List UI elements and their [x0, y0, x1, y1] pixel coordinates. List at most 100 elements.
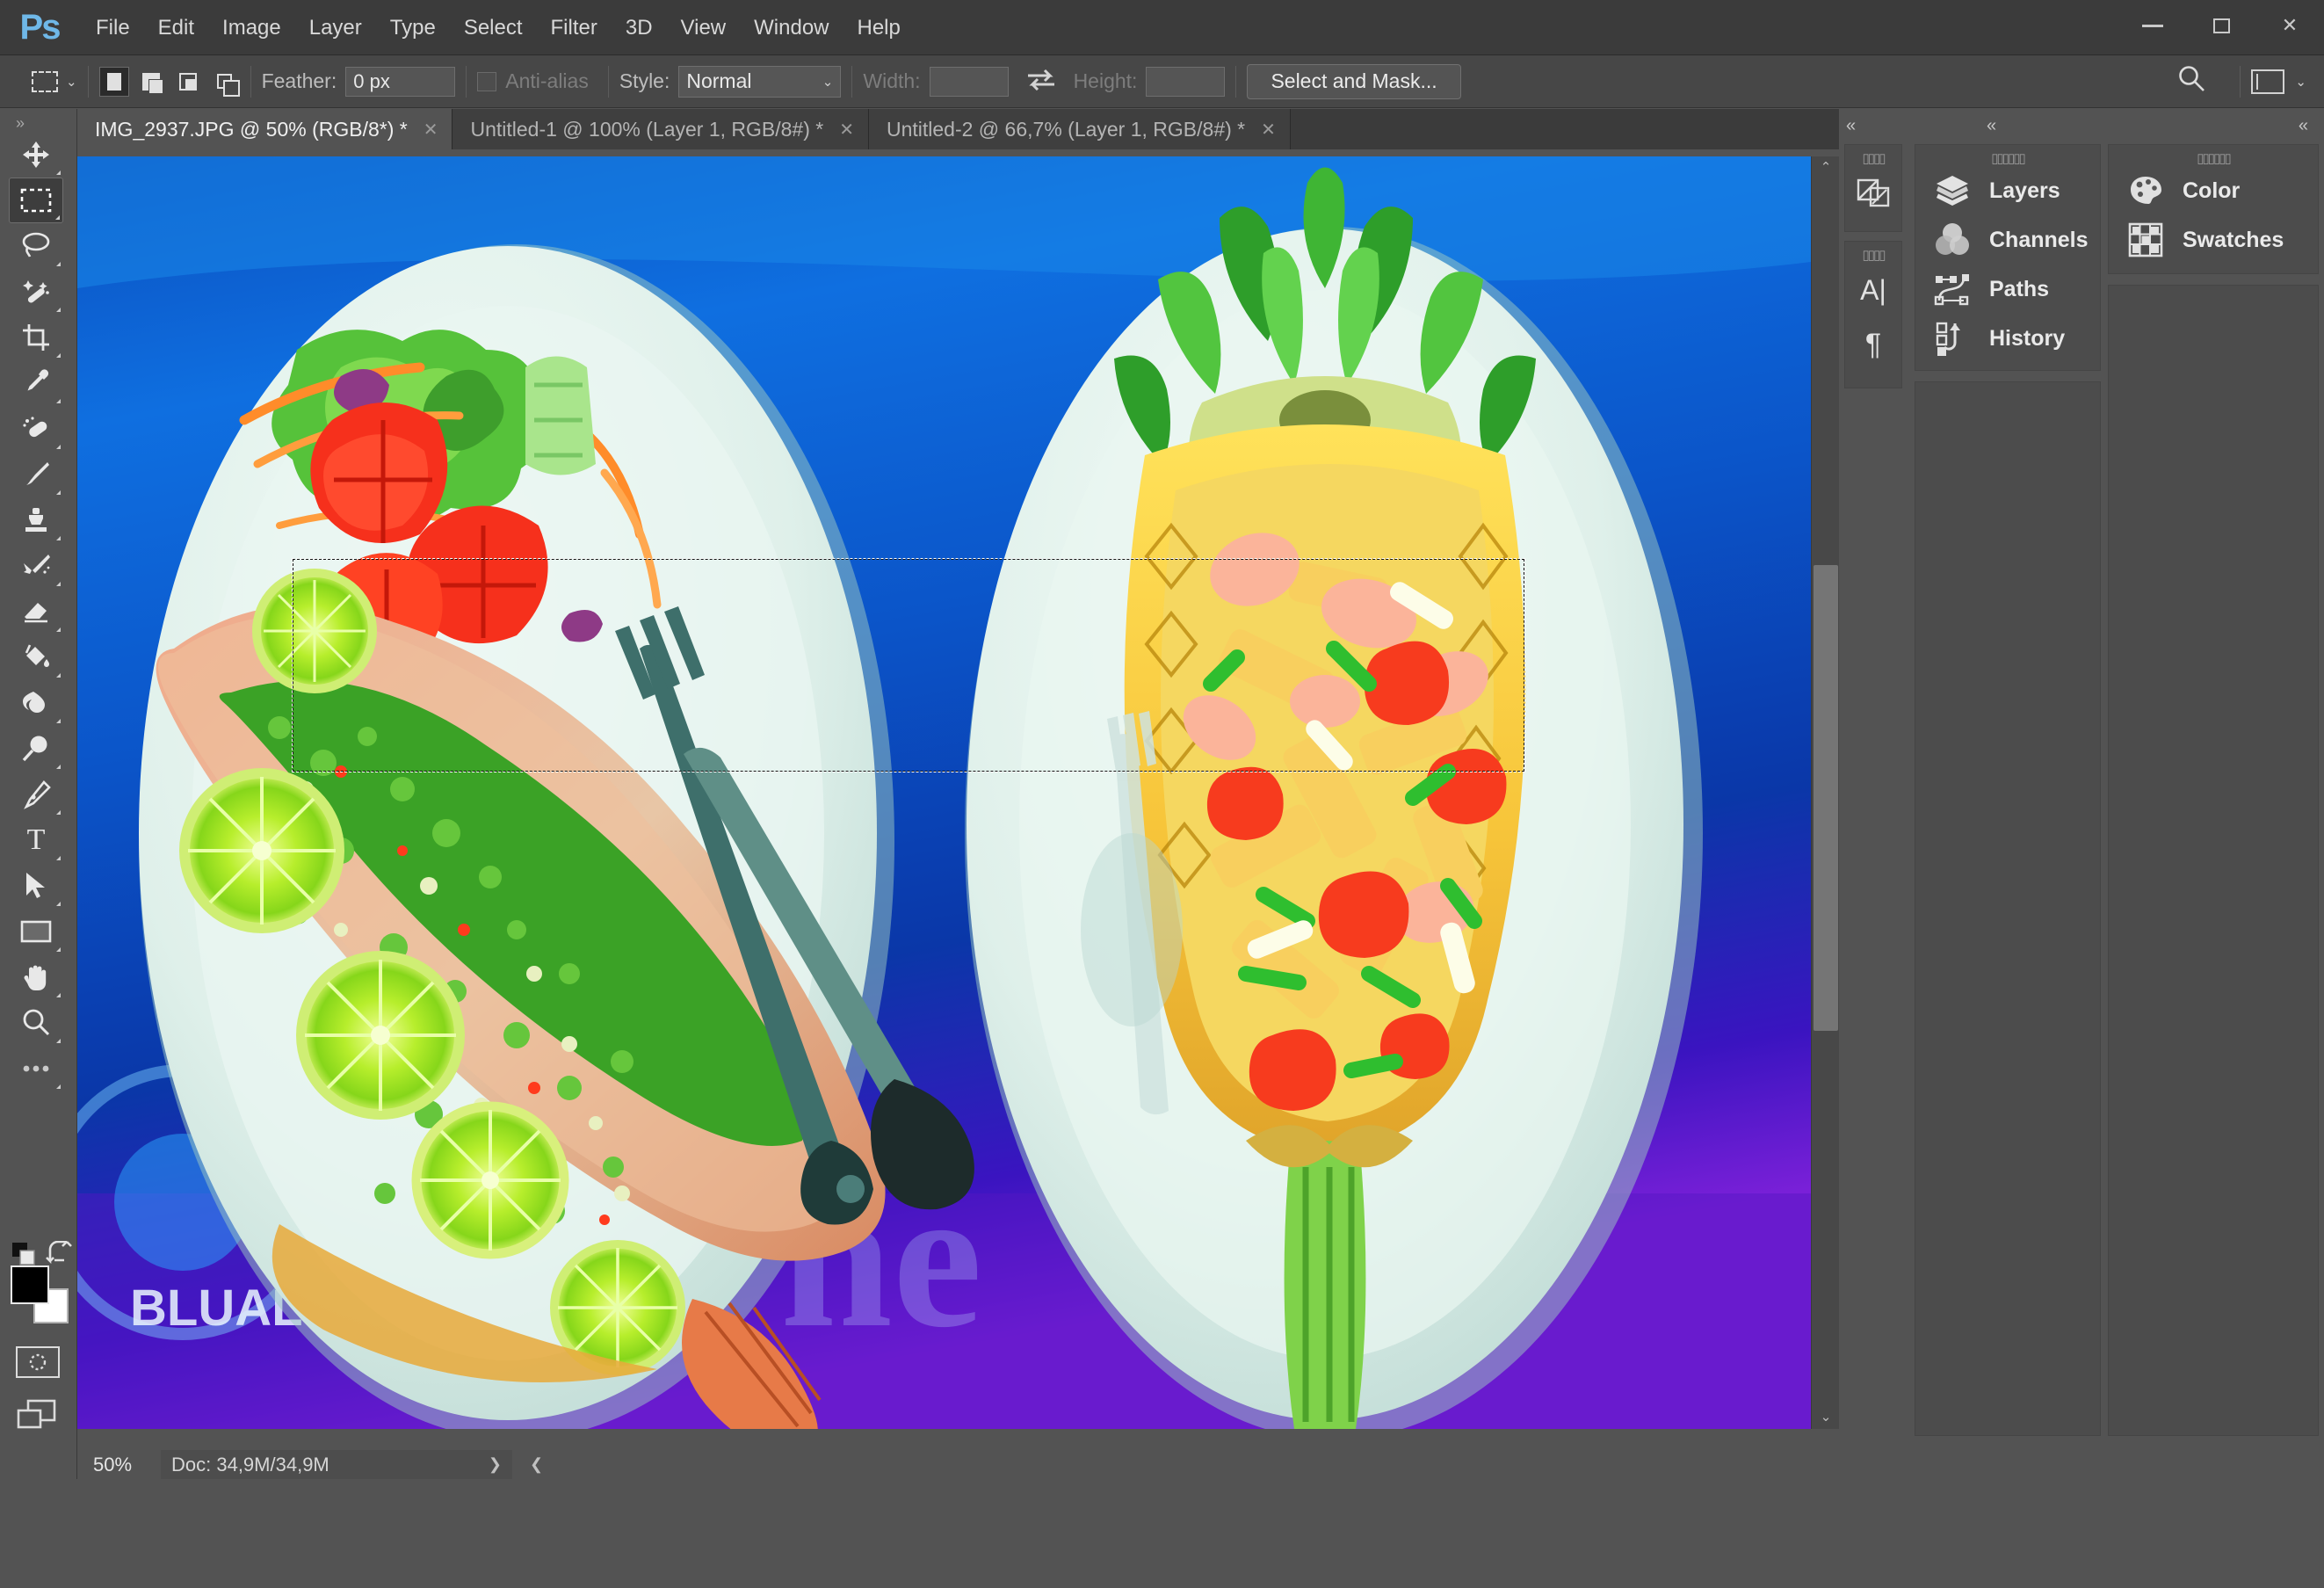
- channels-panel[interactable]: Channels: [1915, 215, 2100, 265]
- blur-tool[interactable]: [9, 680, 63, 726]
- hand-tool[interactable]: [9, 954, 63, 1000]
- collapse-panels-icon-c[interactable]: «: [2299, 116, 2308, 136]
- rectangle-tool[interactable]: [9, 909, 63, 954]
- color-panel[interactable]: Color: [2109, 166, 2318, 215]
- divider: [1235, 66, 1236, 98]
- search-icon[interactable]: [2176, 64, 2206, 98]
- chevron-down-icon[interactable]: ⌄: [2295, 74, 2306, 90]
- vertical-scrollbar-thumb[interactable]: [1814, 565, 1838, 1031]
- minimize-button[interactable]: [2118, 0, 2187, 51]
- divider: [851, 66, 852, 98]
- select-and-mask-button[interactable]: Select and Mask...: [1247, 64, 1460, 99]
- panel-column-b: « ▯▯▯▯▯▯ Color Swatches: [2103, 109, 2324, 1479]
- color-panel-label: Color: [2183, 178, 2240, 204]
- history-brush-tool[interactable]: [9, 543, 63, 589]
- menu-bar: FileEditImageLayerTypeSelectFilter3DView…: [83, 11, 913, 46]
- document-tab-1[interactable]: IMG_2937.JPG @ 50% (RGB/8*) * ✕: [77, 109, 452, 149]
- character-panel[interactable]: A|: [1844, 263, 1902, 317]
- intersect-with-selection-button[interactable]: [210, 67, 240, 97]
- panel-grip[interactable]: ▯▯▯▯▯▯: [1915, 145, 2100, 166]
- close-icon[interactable]: ✕: [1261, 119, 1276, 141]
- scroll-down-arrow[interactable]: ⌄: [1812, 1406, 1840, 1429]
- menu-layer[interactable]: Layer: [297, 11, 374, 46]
- close-button[interactable]: ✕: [2255, 0, 2324, 51]
- paragraph-icon: ¶: [1865, 328, 1881, 362]
- vertical-scrollbar[interactable]: ⌃ ⌄: [1811, 156, 1839, 1429]
- paragraph-panel[interactable]: ¶: [1844, 317, 1902, 372]
- menu-view[interactable]: View: [669, 11, 739, 46]
- type-tool[interactable]: T: [9, 817, 63, 863]
- crop-tool[interactable]: [9, 315, 63, 360]
- dodge-tool[interactable]: [9, 726, 63, 772]
- edit-toolbar-button[interactable]: [9, 1046, 63, 1091]
- menu-help[interactable]: Help: [845, 11, 913, 46]
- rectangular-marquee-tool[interactable]: [9, 178, 63, 223]
- menu-image[interactable]: Image: [210, 11, 293, 46]
- eyedropper-tool[interactable]: [9, 360, 63, 406]
- menu-window[interactable]: Window: [742, 11, 841, 46]
- width-input[interactable]: [930, 67, 1009, 97]
- layers-panel[interactable]: Layers: [1915, 166, 2100, 215]
- close-icon[interactable]: ✕: [424, 119, 438, 141]
- add-to-selection-button[interactable]: [136, 67, 166, 97]
- feather-input[interactable]: [345, 67, 455, 97]
- screen-mode-icon[interactable]: [16, 1399, 60, 1432]
- lasso-tool[interactable]: [9, 223, 63, 269]
- toolbar-grip[interactable]: »: [16, 114, 23, 133]
- anti-alias-checkbox[interactable]: [477, 72, 496, 91]
- paint-bucket-tool[interactable]: [9, 634, 63, 680]
- move-tool[interactable]: [9, 132, 63, 178]
- swap-arrows-icon[interactable]: [1026, 68, 1056, 95]
- eraser-tool[interactable]: [9, 589, 63, 634]
- document-image[interactable]: BLUAL ne fe: [77, 156, 1811, 1429]
- style-label: Style:: [619, 69, 670, 93]
- menu-file[interactable]: File: [83, 11, 142, 46]
- maximize-button[interactable]: [2187, 0, 2255, 51]
- character-icon: A|: [1860, 274, 1886, 307]
- menu-edit[interactable]: Edit: [146, 11, 206, 46]
- layers-icon: [1933, 172, 1972, 209]
- magic-wand-tool[interactable]: [9, 269, 63, 315]
- menu-select[interactable]: Select: [452, 11, 535, 46]
- collapse-panels-icon-b[interactable]: «: [1987, 116, 1996, 136]
- document-tab-3[interactable]: Untitled-2 @ 66,7% (Layer 1, RGB/8#) *✕: [869, 109, 1291, 149]
- swatches-panel[interactable]: Swatches: [2109, 215, 2318, 265]
- style-select[interactable]: Normal ⌄: [678, 66, 841, 98]
- panel-grip[interactable]: ▯▯▯▯: [1862, 242, 1884, 263]
- rectangular-marquee-icon: [32, 71, 58, 92]
- collapse-panels-icon-a[interactable]: «: [1846, 116, 1856, 136]
- adjustments-panel[interactable]: [1844, 166, 1902, 221]
- photo-two-plates-fish-and-pineapple-salad: BLUAL ne fe: [77, 156, 1811, 1429]
- foreground-color-swatch[interactable]: [11, 1265, 49, 1304]
- workspace-switcher-icon[interactable]: [2251, 69, 2284, 94]
- menu-type[interactable]: Type: [378, 11, 448, 46]
- options-bar: ⌄ Feather: Anti-alias Style: Normal ⌄ Wi…: [0, 55, 2324, 108]
- scroll-up-arrow[interactable]: ⌃: [1812, 156, 1840, 179]
- menu-filter[interactable]: Filter: [539, 11, 610, 46]
- close-icon[interactable]: ✕: [839, 119, 854, 141]
- subtract-from-selection-button[interactable]: [173, 67, 203, 97]
- document-info-field[interactable]: Doc: 34,9M/34,9M ❯: [161, 1450, 512, 1479]
- new-selection-button[interactable]: [99, 67, 129, 97]
- pen-tool[interactable]: [9, 772, 63, 817]
- brush-tool[interactable]: [9, 452, 63, 497]
- zoom-tool[interactable]: [9, 1000, 63, 1046]
- doc-info-expand-icon[interactable]: ❯: [489, 1455, 502, 1474]
- healing-brush-tool[interactable]: [9, 406, 63, 452]
- document-tab-label: IMG_2937.JPG @ 50% (RGB/8*) *: [95, 118, 408, 141]
- history-panel[interactable]: History: [1915, 314, 2100, 363]
- clone-stamp-tool[interactable]: [9, 497, 63, 543]
- menu-3d[interactable]: 3D: [613, 11, 665, 46]
- panel-column-a-empty: [1915, 381, 2101, 1436]
- zoom-level-field[interactable]: 50%: [77, 1450, 161, 1479]
- panels-dock: « ▯▯▯▯ ▯▯▯▯ A| ¶ « ▯▯▯▯▯▯ LayersChannels…: [1839, 109, 2324, 1588]
- document-tab-2[interactable]: Untitled-1 @ 100% (Layer 1, RGB/8#) *✕: [452, 109, 869, 149]
- panel-grip[interactable]: ▯▯▯▯▯▯: [2109, 145, 2318, 166]
- panel-grip[interactable]: ▯▯▯▯: [1862, 145, 1884, 166]
- status-left-arrow[interactable]: ❮: [512, 1455, 561, 1474]
- height-input[interactable]: [1146, 67, 1225, 97]
- quick-mask-icon[interactable]: [16, 1346, 60, 1378]
- paths-panel[interactable]: Paths: [1915, 265, 2100, 314]
- tool-preset-picker[interactable]: ⌄: [32, 71, 77, 92]
- path-selection-tool[interactable]: [9, 863, 63, 909]
